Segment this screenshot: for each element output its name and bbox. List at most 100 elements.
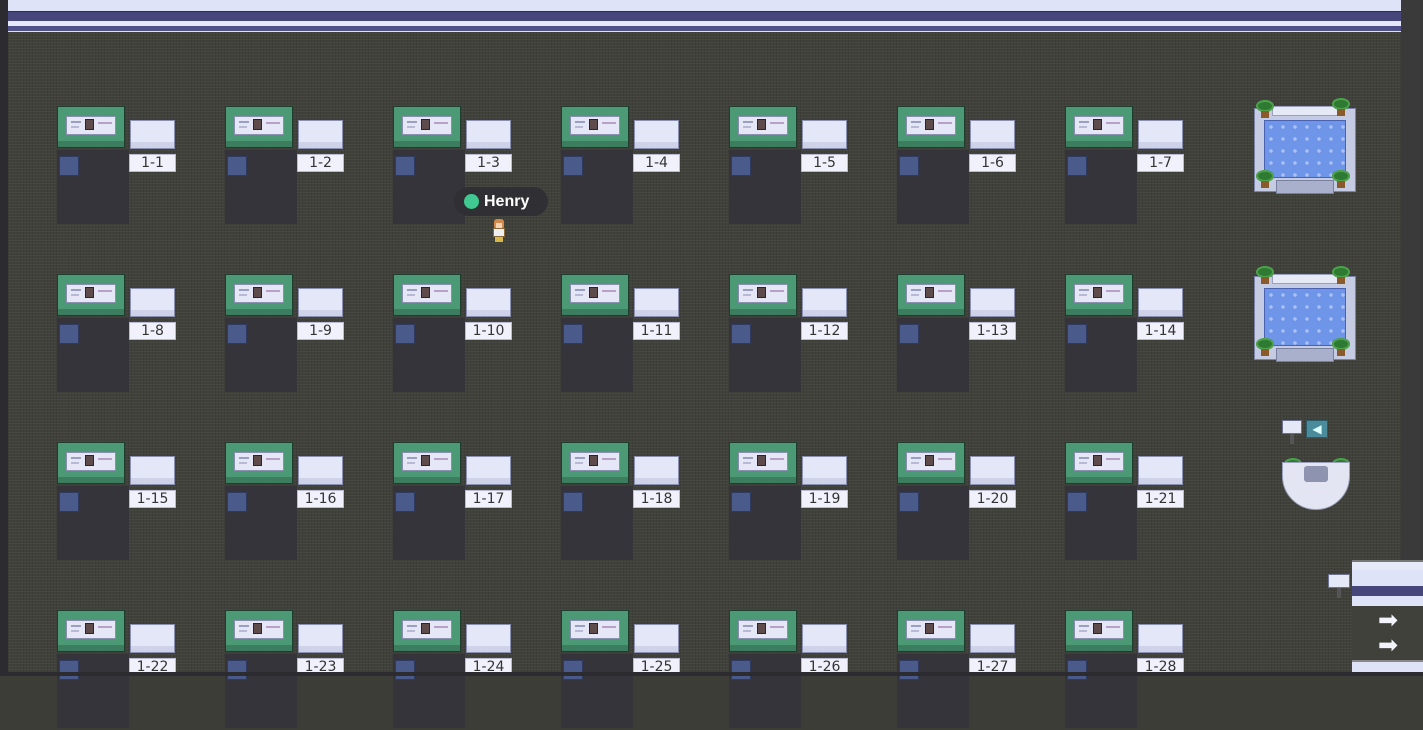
- monitor-screen: [738, 620, 788, 639]
- desk[interactable]: 1-6: [897, 106, 1027, 226]
- desk[interactable]: 1-28: [1065, 610, 1195, 730]
- monitor-icon: [393, 106, 461, 148]
- desk-cabinet: [634, 120, 679, 149]
- chair-icon[interactable]: [59, 492, 79, 512]
- arrow-right-icon[interactable]: ➡: [1378, 633, 1398, 657]
- desk[interactable]: 1-13: [897, 274, 1027, 394]
- exit-area[interactable]: ➡ ➡: [1352, 560, 1423, 676]
- chair-icon[interactable]: [1067, 492, 1087, 512]
- desk[interactable]: 1-10: [393, 274, 523, 394]
- desk[interactable]: 1-11: [561, 274, 691, 394]
- fountain-rim: [1272, 274, 1338, 284]
- status-dot-icon: [464, 194, 479, 209]
- chair-icon[interactable]: [899, 156, 919, 176]
- desk-cabinet: [298, 120, 343, 149]
- chair-icon[interactable]: [731, 492, 751, 512]
- desk-label: 1-3: [465, 154, 512, 172]
- chair-icon[interactable]: [395, 156, 415, 176]
- monitor-screen: [570, 116, 620, 135]
- player-avatar[interactable]: [491, 219, 507, 243]
- desk-cabinet: [130, 456, 175, 485]
- desk-label: 1-7: [1137, 154, 1184, 172]
- chair-icon[interactable]: [227, 324, 247, 344]
- monitor-icon: [561, 274, 629, 316]
- desk[interactable]: 1-19: [729, 442, 859, 562]
- reception-desk[interactable]: ◀: [1278, 418, 1358, 514]
- monitor-screen: [1074, 452, 1124, 471]
- desk-cabinet: [466, 120, 511, 149]
- monitor-screen: [66, 620, 116, 639]
- chair-icon[interactable]: [227, 660, 247, 680]
- monitor-screen: [234, 452, 284, 471]
- desk-cabinet: [634, 288, 679, 317]
- monitor-icon: [393, 274, 461, 316]
- chair-icon[interactable]: [395, 660, 415, 680]
- chair-icon[interactable]: [59, 156, 79, 176]
- monitor-icon: [561, 610, 629, 652]
- desk-cabinet: [466, 456, 511, 485]
- desk[interactable]: 1-27: [897, 610, 1027, 730]
- desk[interactable]: 1-1: [57, 106, 187, 226]
- chair-icon[interactable]: [731, 156, 751, 176]
- desk[interactable]: 1-15: [57, 442, 187, 562]
- desk-label: 1-17: [465, 490, 512, 508]
- desk[interactable]: 1-2: [225, 106, 355, 226]
- desk[interactable]: 1-12: [729, 274, 859, 394]
- desk-cabinet: [466, 288, 511, 317]
- desk[interactable]: 1-22: [57, 610, 187, 730]
- desk[interactable]: 1-9: [225, 274, 355, 394]
- monitor-icon: [225, 442, 293, 484]
- monitor-screen: [738, 116, 788, 135]
- chair-icon[interactable]: [563, 660, 583, 680]
- chair-icon[interactable]: [59, 324, 79, 344]
- desk[interactable]: 1-24: [393, 610, 523, 730]
- chair-icon[interactable]: [1067, 156, 1087, 176]
- monitor-icon: [225, 274, 293, 316]
- monitor-icon: [57, 106, 125, 148]
- monitor-screen: [234, 284, 284, 303]
- desk-cabinet: [1138, 624, 1183, 653]
- chair-icon[interactable]: [899, 324, 919, 344]
- desk[interactable]: 1-18: [561, 442, 691, 562]
- monitor-icon: [897, 106, 965, 148]
- desk[interactable]: 1-17: [393, 442, 523, 562]
- desk-label: 1-18: [633, 490, 680, 508]
- chair-icon[interactable]: [563, 156, 583, 176]
- desk[interactable]: 1-26: [729, 610, 859, 730]
- desk[interactable]: 1-16: [225, 442, 355, 562]
- chair-icon[interactable]: [227, 156, 247, 176]
- desk[interactable]: 1-4: [561, 106, 691, 226]
- chair-icon[interactable]: [395, 324, 415, 344]
- arrow-right-icon[interactable]: ➡: [1378, 608, 1398, 632]
- desk[interactable]: 1-20: [897, 442, 1027, 562]
- monitor-icon: [561, 106, 629, 148]
- desk[interactable]: 1-21: [1065, 442, 1195, 562]
- desk[interactable]: 1-14: [1065, 274, 1195, 394]
- monitor-icon: [729, 442, 797, 484]
- chair-icon[interactable]: [563, 492, 583, 512]
- chair-icon[interactable]: [59, 660, 79, 680]
- desk[interactable]: 1-7: [1065, 106, 1195, 226]
- desk-label: 1-16: [297, 490, 344, 508]
- monitor-icon: [225, 106, 293, 148]
- desk[interactable]: 1-25: [561, 610, 691, 730]
- chair-icon[interactable]: [563, 324, 583, 344]
- chair-icon[interactable]: [227, 492, 247, 512]
- megaphone-icon[interactable]: ◀: [1306, 420, 1328, 438]
- desk-cabinet: [130, 120, 175, 149]
- chair-icon[interactable]: [395, 492, 415, 512]
- monitor-screen: [1074, 284, 1124, 303]
- chair-icon[interactable]: [731, 324, 751, 344]
- chair-icon[interactable]: [731, 660, 751, 680]
- desk[interactable]: 1-8: [57, 274, 187, 394]
- desk[interactable]: 1-23: [225, 610, 355, 730]
- desk-cabinet: [1138, 456, 1183, 485]
- chair-icon[interactable]: [899, 660, 919, 680]
- chair-icon[interactable]: [1067, 660, 1087, 680]
- chair-icon[interactable]: [899, 492, 919, 512]
- monitor-screen: [66, 284, 116, 303]
- desk[interactable]: 1-5: [729, 106, 859, 226]
- exit-sign-icon: [1328, 574, 1350, 588]
- chair-icon[interactable]: [1067, 324, 1087, 344]
- desk-label: 1-2: [297, 154, 344, 172]
